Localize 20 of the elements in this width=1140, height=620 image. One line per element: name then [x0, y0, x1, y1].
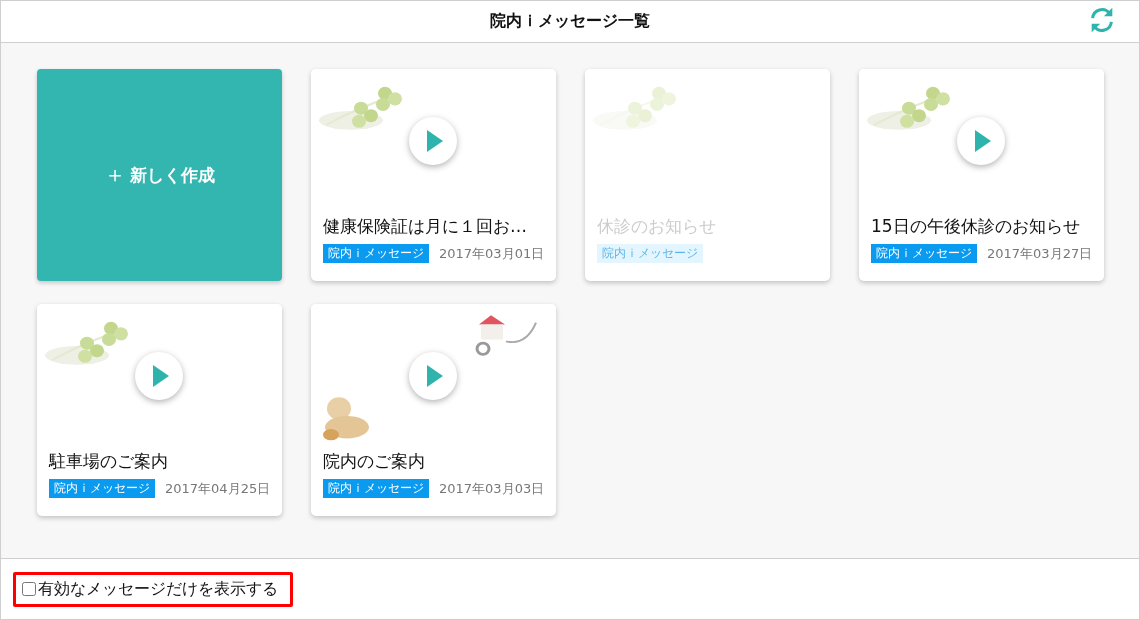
message-title: 院内のご案内 — [322, 450, 426, 473]
message-card[interactable]: 健康保険証は月に１回お… 院内ｉメッセージ 2017年03月01日 — [311, 69, 556, 281]
category-tag: 院内ｉメッセージ — [323, 479, 429, 498]
message-card[interactable]: 院内のご案内 院内ｉメッセージ 2017年03月03日 — [311, 304, 556, 516]
message-title: 15日の午後休診のお知らせ — [870, 215, 1081, 238]
message-date: 2017年03月01日 — [439, 244, 545, 263]
page-title: 院内ｉメッセージ一覧 — [490, 11, 650, 32]
category-tag: 院内ｉメッセージ — [49, 479, 155, 498]
message-date: 2017年03月03日 — [439, 479, 545, 498]
message-title: 健康保険証は月に１回お… — [322, 215, 528, 238]
checkbox[interactable] — [22, 582, 36, 596]
message-date: 2017年03月27日 — [987, 244, 1093, 263]
category-tag: 院内ｉメッセージ — [871, 244, 977, 263]
message-card[interactable]: 駐車場のご案内 院内ｉメッセージ 2017年04月25日 — [37, 304, 282, 516]
checkbox-label: 有効なメッセージだけを表示する — [38, 578, 278, 600]
message-title: 駐車場のご案内 — [47, 450, 169, 473]
message-card[interactable]: 15日の午後休診のお知らせ 院内ｉメッセージ 2017年03月27日 — [859, 69, 1104, 281]
category-tag: 院内ｉメッセージ — [323, 244, 429, 263]
category-tag: 院内ｉメッセージ — [597, 244, 703, 263]
message-date: 2017年04月25日 — [165, 479, 271, 498]
